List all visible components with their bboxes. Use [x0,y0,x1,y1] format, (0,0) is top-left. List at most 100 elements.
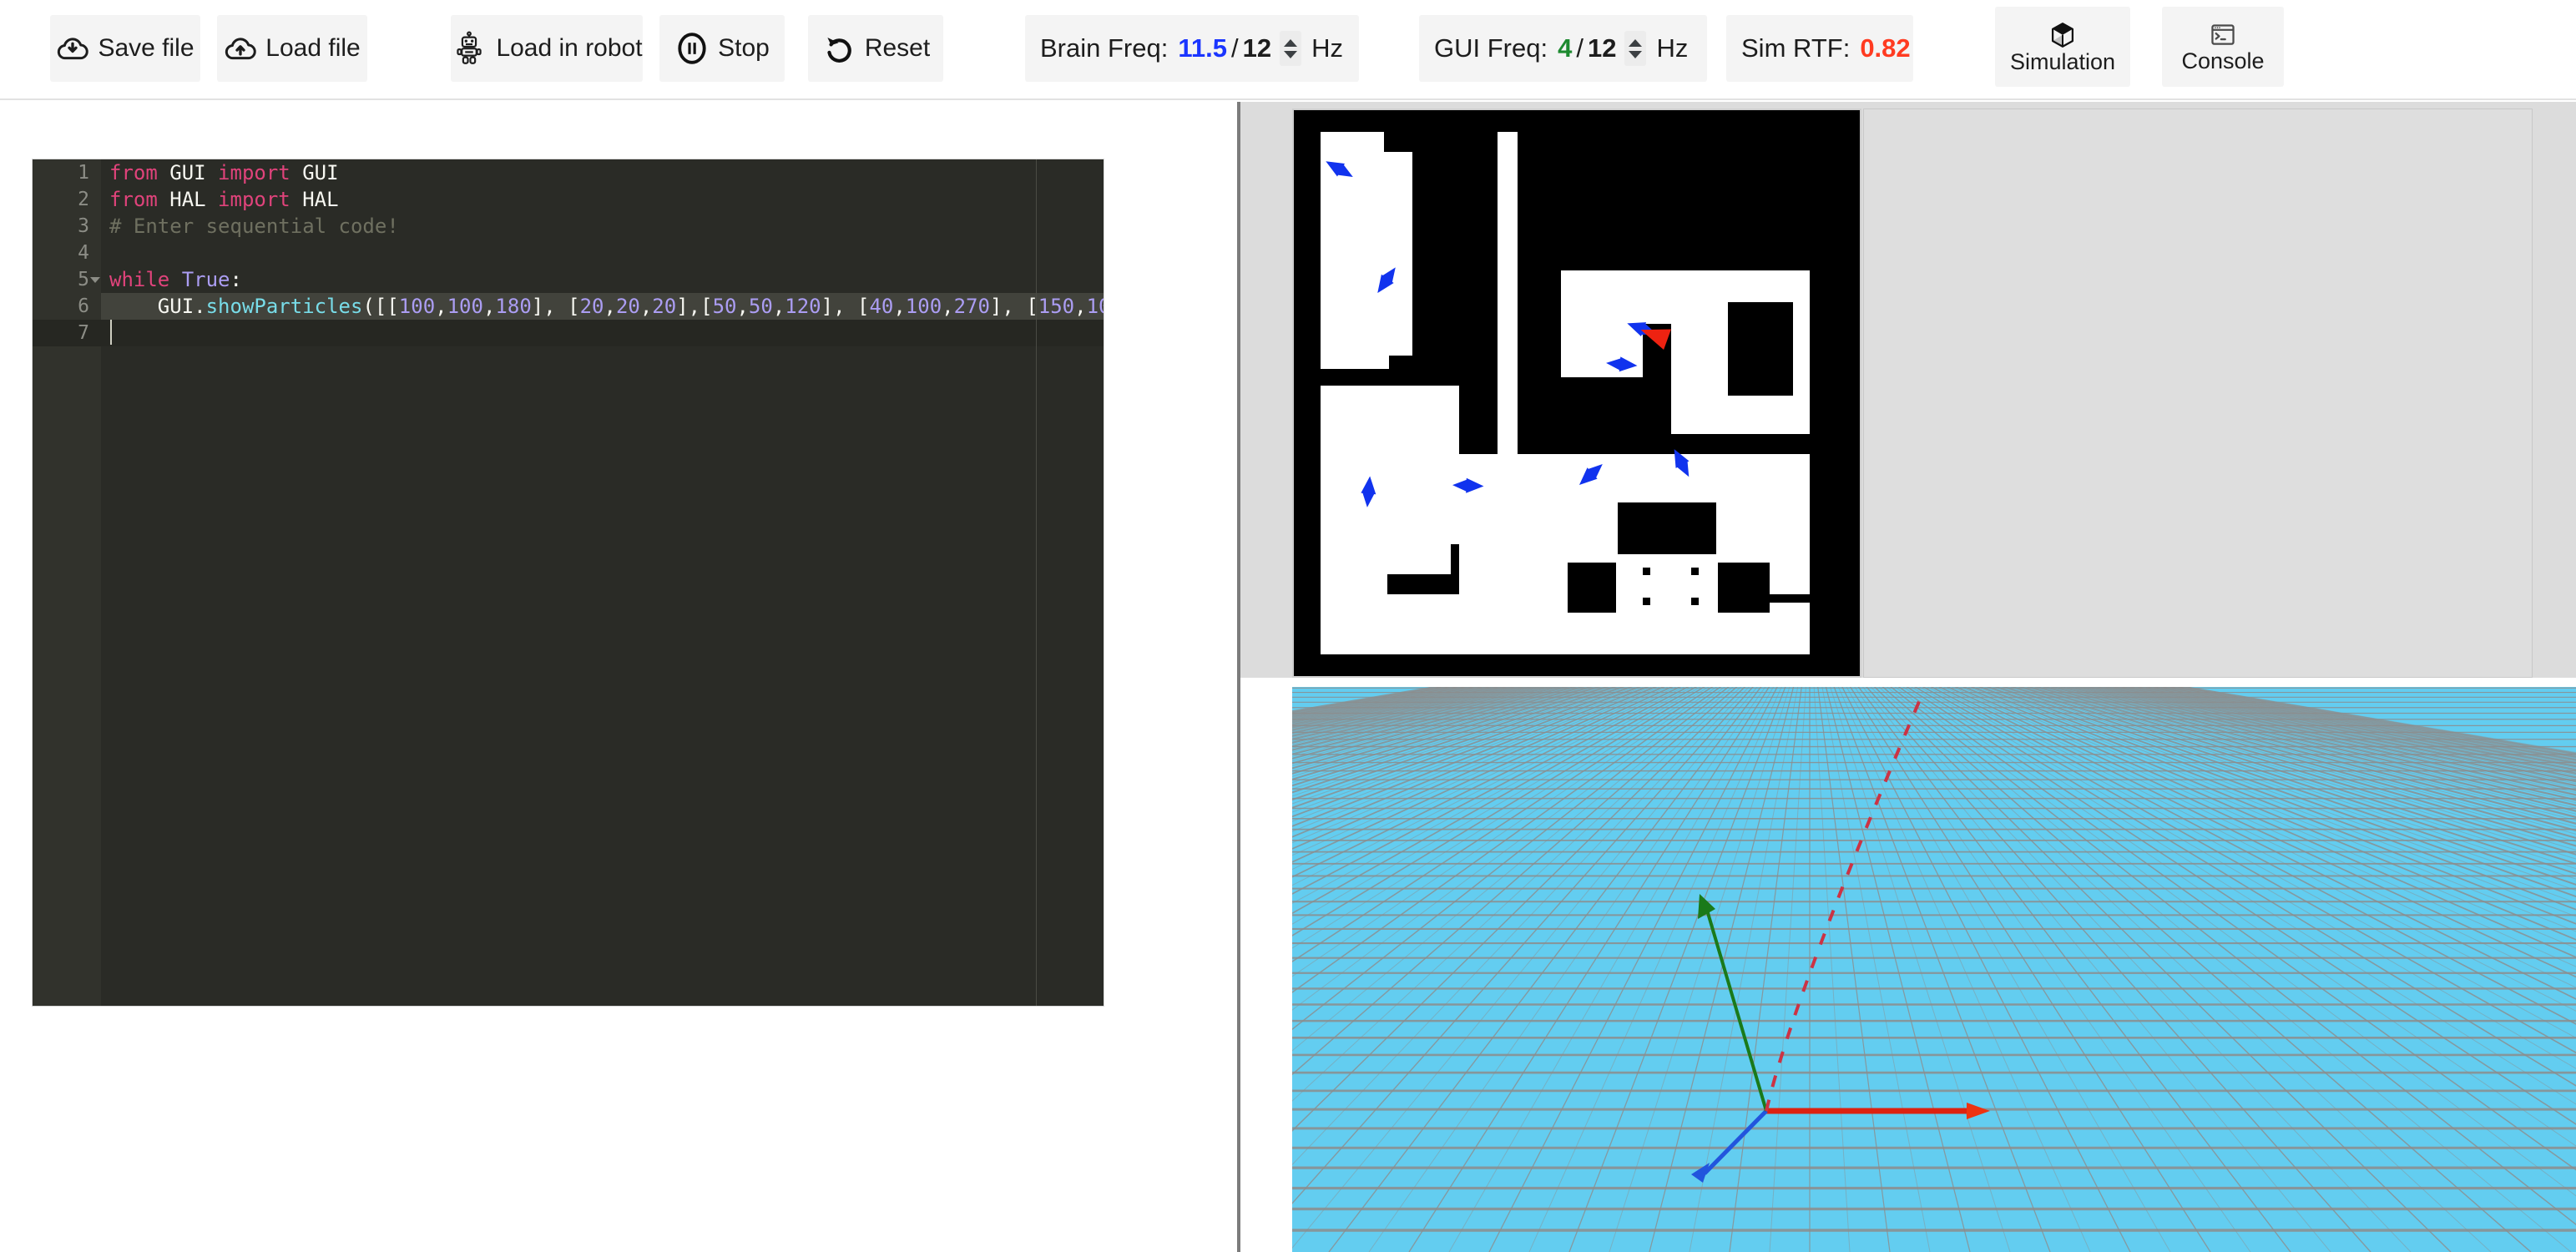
code-token: 20 [580,295,604,318]
brain-freq-label: Brain Freq: [1040,33,1168,63]
stop-label: Stop [718,36,770,61]
code-token: , [640,295,652,318]
load-file-button[interactable]: Load file [217,15,367,82]
code-token: ], [ [532,295,580,318]
app-root: Save file Load file [0,0,2576,1252]
code-token: True [182,268,230,291]
line-number: 5 [33,266,101,293]
robot-icon [451,30,487,67]
code-token: : [230,268,242,291]
gui-freq-separator: / [1576,33,1583,63]
code-line[interactable] [101,240,1104,266]
code-token: ], [ [990,295,1038,318]
code-token: ], [ [821,295,870,318]
line-number: 7 [33,320,101,346]
code-line[interactable]: # Enter sequential code! [101,213,1104,240]
console-view-label: Console [2181,50,2264,73]
code-token: GUI [302,161,338,184]
code-token: 180 [495,295,531,318]
simulation-view-button[interactable]: Simulation [1995,7,2130,87]
brain-freq-unit: Hz [1311,33,1343,63]
cloud-download-icon [56,32,89,65]
code-editor[interactable]: 1 2 3 4 5 6 7 from GUI import GUIfrom HA… [32,159,1104,1007]
code-line[interactable]: GUI.showParticles([[100,100,180], [20,20… [101,293,1104,320]
simulation-pane [1240,102,2576,1252]
particle-map-canvas[interactable] [1294,110,1860,676]
gui-freq-control[interactable]: GUI Freq: 4 / 12 Hz [1419,15,1707,82]
gui-strip [1240,102,2576,678]
gui-freq-stepper[interactable] [1624,31,1646,66]
code-token: , [483,295,495,318]
gui-freq-label: GUI Freq: [1434,33,1548,63]
line-number-text: 5 [78,269,89,290]
reset-arrow-icon [821,31,856,66]
code-line[interactable]: while True: [101,266,1104,293]
code-token: , [604,295,615,318]
gui-freq-max: 12 [1588,33,1616,63]
brain-freq-stepper[interactable] [1280,31,1301,66]
brain-freq-control[interactable]: Brain Freq: 11.5 / 12 Hz [1025,15,1359,82]
text-caret [110,320,112,345]
save-file-label: Save file [98,36,194,61]
line-number: 6 [33,293,101,320]
code-token: HAL [302,188,338,211]
editor-pane: 1 2 3 4 5 6 7 from GUI import GUIfrom HA… [0,102,1237,1252]
code-token: 20 [652,295,676,318]
code-body[interactable]: from GUI import GUIfrom HAL import HAL# … [101,159,1104,1006]
cube-icon [2048,21,2077,49]
code-token: , [435,295,447,318]
code-line[interactable] [101,320,1104,346]
line-number: 3 [33,213,101,240]
sim-rtf-readout: Sim RTF: 0.82 [1726,15,1913,82]
code-token: 150 [1038,295,1074,318]
code-token: , [736,295,748,318]
code-line[interactable]: from GUI import GUI [101,159,1104,186]
line-number: 1 [33,159,101,186]
code-token: import [218,188,302,211]
simulation-view-label: Simulation [2010,51,2115,73]
code-token: 10 [1087,295,1104,318]
code-token: 100 [447,295,483,318]
line-number: 4 [33,240,101,266]
code-token: GUI. [109,295,206,318]
gui-map-frame[interactable] [1292,109,1861,678]
code-token: , [942,295,953,318]
simulation-3d-viewport[interactable] [1292,687,2576,1252]
code-token: HAL [169,188,218,211]
line-number-gutter: 1 2 3 4 5 6 7 [33,159,101,1006]
gui-secondary-panel [1863,109,2533,678]
code-token: while [109,268,182,291]
code-token: , [773,295,785,318]
code-token: import [218,161,302,184]
code-token: showParticles [206,295,363,318]
terminal-window-icon [2210,22,2236,48]
code-fold-toggle-icon[interactable] [90,277,100,283]
code-line[interactable]: from HAL import HAL [101,186,1104,213]
code-token: 120 [785,295,821,318]
reset-label: Reset [865,36,930,61]
console-view-button[interactable]: Console [2162,7,2284,87]
line-number: 2 [33,186,101,213]
brain-freq-max: 12 [1243,33,1271,63]
code-token: 50 [749,295,773,318]
reset-button[interactable]: Reset [808,15,943,82]
code-token: 20 [616,295,640,318]
load-file-label: Load file [265,36,360,61]
gui-freq-value: 4 [1558,33,1572,63]
pause-circle-icon [674,31,710,66]
brain-freq-separator: / [1231,33,1239,63]
code-token: , [893,295,905,318]
code-token: , [1074,295,1086,318]
load-in-robot-button[interactable]: Load in robot [451,15,643,82]
gui-freq-unit: Hz [1656,33,1688,63]
save-file-button[interactable]: Save file [50,15,200,82]
sim-rtf-value: 0.82 [1860,33,1910,63]
code-token: ([[ [362,295,398,318]
stop-button[interactable]: Stop [659,15,785,82]
code-token: ],[ [676,295,712,318]
gazebo-scene[interactable] [1292,687,2576,1252]
brain-freq-value: 11.5 [1178,33,1227,63]
load-in-robot-label: Load in robot [496,36,642,61]
code-token: 50 [713,295,737,318]
cloud-upload-icon [224,32,257,65]
